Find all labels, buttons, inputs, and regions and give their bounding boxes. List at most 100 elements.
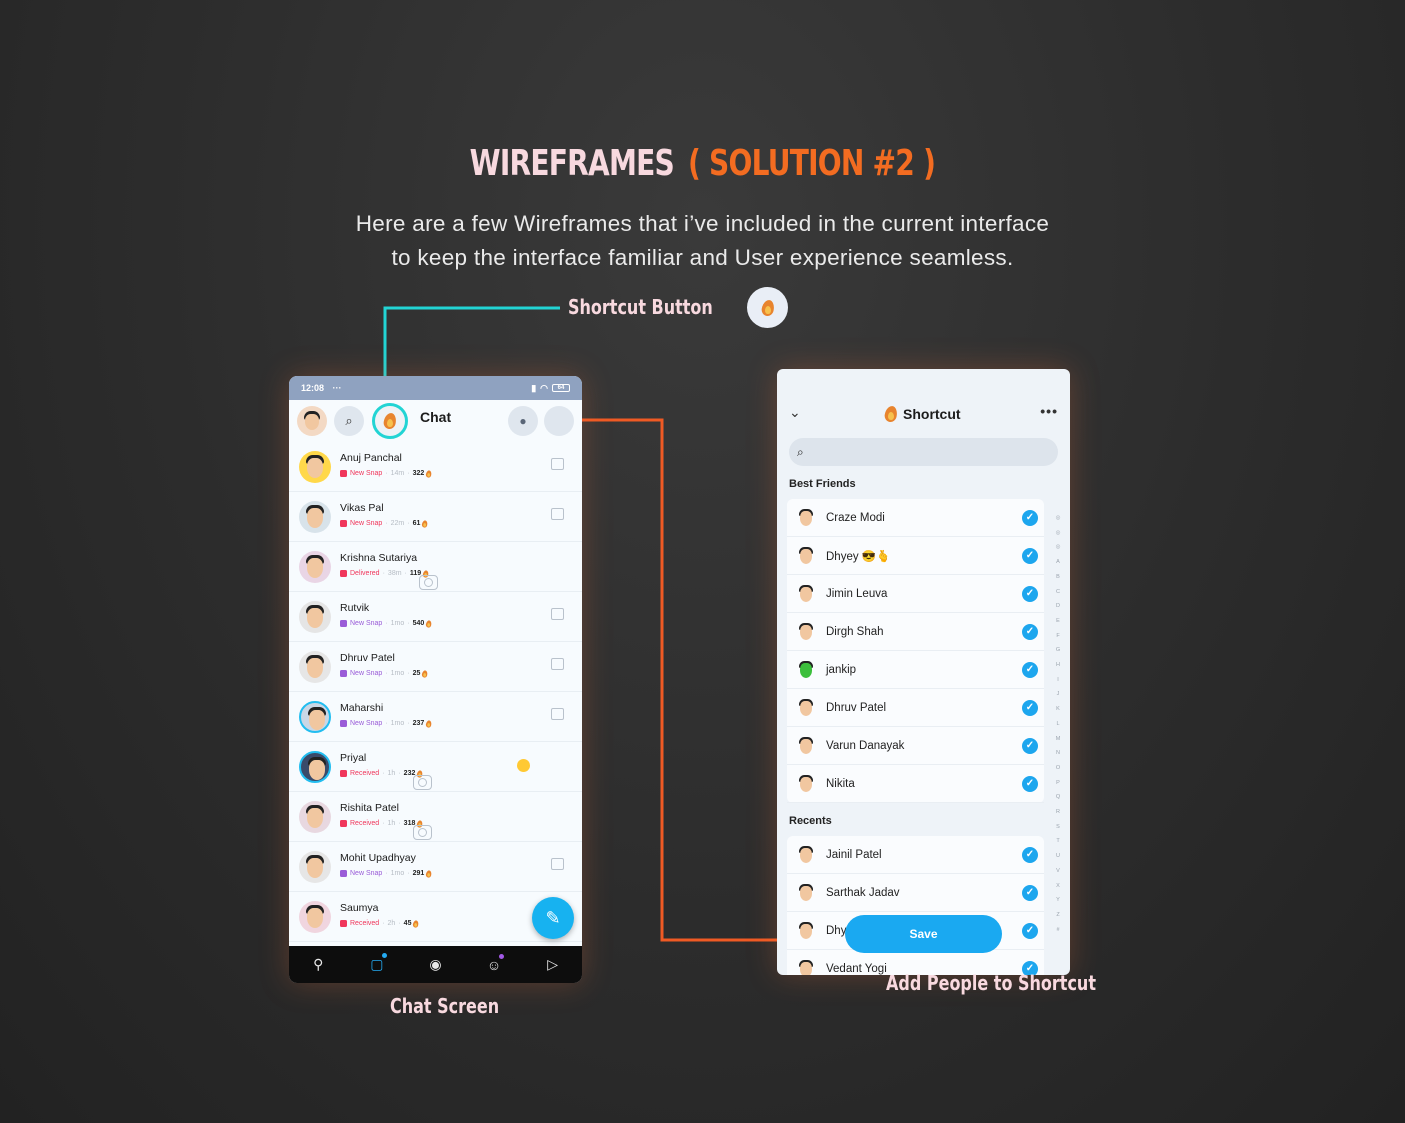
checkmark-icon[interactable]: ✓ — [1022, 776, 1038, 792]
checkmark-icon[interactable]: ✓ — [1022, 847, 1038, 863]
alphabet-letter[interactable]: R — [1053, 805, 1063, 820]
status-bar — [777, 369, 1070, 397]
friend-row[interactable]: Nikita ✓ — [787, 765, 1044, 803]
checkmark-icon[interactable]: ✓ — [1022, 662, 1038, 678]
friend-row[interactable]: jankip ✓ — [787, 651, 1044, 689]
alphabet-letter[interactable]: M — [1053, 732, 1063, 747]
checkmark-icon[interactable]: ✓ — [1022, 586, 1038, 602]
map-icon[interactable]: ⚲ — [306, 956, 330, 973]
new-chat-button[interactable]: ✎ — [532, 897, 574, 939]
more-options-button[interactable] — [544, 406, 574, 436]
friend-row[interactable]: Sarthak Jadav ✓ — [787, 874, 1044, 912]
chat-list: Anuj Panchal New Snap · 14m · 322 Vikas Pal New… — [289, 442, 582, 942]
chat-icon[interactable] — [551, 658, 564, 670]
chat-time: 1h — [387, 770, 396, 777]
alphabet-letter[interactable]: L — [1053, 717, 1063, 732]
camera-icon[interactable] — [413, 775, 433, 790]
alphabet-letter[interactable]: K — [1053, 702, 1063, 717]
alphabet-letter[interactable]: O — [1053, 761, 1063, 776]
more-options-icon[interactable]: ••• — [1040, 403, 1058, 419]
camera-icon[interactable] — [419, 575, 439, 590]
alphabet-index[interactable]: ◎ ◎ ◎ A B C D E F G H I J K L M N O P Q R S T U V X Y Z # — [1053, 511, 1063, 937]
profile-avatar[interactable] — [297, 406, 327, 436]
chat-row[interactable]: Krishna Sutariya Delivered · 38m · 119 — [289, 542, 582, 592]
camera-nav-icon[interactable]: ◉ — [423, 956, 447, 973]
alphabet-letter[interactable]: U — [1053, 849, 1063, 864]
alphabet-letter[interactable]: C — [1053, 585, 1063, 600]
alphabet-letter[interactable]: N — [1053, 746, 1063, 761]
alphabet-letter[interactable]: ◎ — [1053, 526, 1063, 541]
alphabet-letter[interactable]: G — [1053, 643, 1063, 658]
alphabet-letter[interactable]: P — [1053, 776, 1063, 791]
chat-row[interactable]: Priyal Received · 1h · 232 — [289, 742, 582, 792]
alphabet-letter[interactable]: Z — [1053, 908, 1063, 923]
chevron-down-icon[interactable]: ⌄ — [789, 404, 801, 421]
alphabet-letter[interactable]: H — [1053, 658, 1063, 673]
checkmark-icon[interactable]: ✓ — [1022, 548, 1038, 564]
alphabet-letter[interactable]: ◎ — [1053, 540, 1063, 555]
camera-icon[interactable] — [413, 825, 433, 840]
checkmark-icon[interactable]: ✓ — [1022, 923, 1038, 939]
chat-nav-icon[interactable]: ▢ — [365, 953, 389, 973]
friend-row[interactable]: Dirgh Shah ✓ — [787, 613, 1044, 651]
checkmark-icon[interactable]: ✓ — [1022, 738, 1038, 754]
chat-row[interactable]: Dhruv Patel New Snap · 1mo · 25 — [289, 642, 582, 692]
contact-name: Rutvik — [340, 601, 370, 614]
alphabet-letter[interactable]: ◎ — [1053, 511, 1063, 526]
alphabet-letter[interactable]: # — [1053, 923, 1063, 938]
search-icon[interactable]: ⌕ — [334, 406, 364, 436]
status-icon — [340, 570, 347, 577]
chat-meta: New Snap · 1mo · 25 — [340, 666, 434, 682]
alphabet-letter[interactable]: X — [1053, 879, 1063, 894]
friend-row[interactable]: Dhyey 😎🫰 ✓ — [787, 537, 1044, 575]
chat-row[interactable]: Rishita Patel Received · 1h · 318 — [289, 792, 582, 842]
alphabet-letter[interactable]: Q — [1053, 790, 1063, 805]
alphabet-letter[interactable]: I — [1053, 673, 1063, 688]
search-input[interactable]: ⌕ — [789, 438, 1058, 466]
friends-icon[interactable]: ☺ — [482, 953, 506, 973]
chat-row[interactable]: Mohit Upadhyay New Snap · 1mo · 291 — [289, 842, 582, 892]
alphabet-letter[interactable]: V — [1053, 864, 1063, 879]
alphabet-letter[interactable]: A — [1053, 555, 1063, 570]
discover-icon[interactable]: ▷ — [541, 956, 565, 973]
chat-screen-caption: Chat Screen — [390, 994, 500, 1018]
chat-icon[interactable] — [551, 608, 564, 620]
checkmark-icon[interactable]: ✓ — [1022, 885, 1038, 901]
checkmark-icon[interactable]: ✓ — [1022, 510, 1038, 526]
chat-row[interactable]: Maharshi New Snap · 1mo · 237 — [289, 692, 582, 742]
streak-count: 540 — [412, 620, 425, 627]
alphabet-letter[interactable]: T — [1053, 834, 1063, 849]
alphabet-letter[interactable]: D — [1053, 599, 1063, 614]
save-button[interactable]: Save — [845, 915, 1002, 953]
alphabet-letter[interactable]: S — [1053, 820, 1063, 835]
alphabet-letter[interactable]: E — [1053, 614, 1063, 629]
chat-row[interactable]: Anuj Panchal New Snap · 14m · 322 — [289, 442, 582, 492]
status-dots: ··· — [332, 383, 342, 393]
friend-row[interactable]: Varun Danayak ✓ — [787, 727, 1044, 765]
chat-row[interactable]: Rutvik New Snap · 1mo · 540 — [289, 592, 582, 642]
checkmark-icon[interactable]: ✓ — [1022, 624, 1038, 640]
friend-row[interactable]: Jainil Patel ✓ — [787, 836, 1044, 874]
chat-time: 14m — [390, 470, 405, 477]
smile-emoji-icon — [517, 759, 530, 772]
flame-icon — [426, 720, 431, 727]
avatar — [299, 800, 331, 833]
add-friend-icon[interactable]: ● — [508, 406, 538, 436]
alphabet-letter[interactable]: F — [1053, 629, 1063, 644]
friend-row[interactable]: Dhruv Patel ✓ — [787, 689, 1044, 727]
chat-icon[interactable] — [551, 708, 564, 720]
friend-row[interactable]: Jimin Leuva ✓ — [787, 575, 1044, 613]
friend-row[interactable]: Craze Modi ✓ — [787, 499, 1044, 537]
shortcut-screen-caption: Add People to Shortcut — [886, 971, 1096, 995]
alphabet-letter[interactable]: Y — [1053, 893, 1063, 908]
checkmark-icon[interactable]: ✓ — [1022, 700, 1038, 716]
chat-row[interactable]: Vikas Pal New Snap · 22m · 61 — [289, 492, 582, 542]
streak-count: 45 — [403, 920, 412, 927]
chat-icon[interactable] — [551, 458, 564, 470]
alphabet-letter[interactable]: J — [1053, 687, 1063, 702]
chat-meta: New Snap · 22m · 61 — [340, 516, 434, 532]
shortcut-button[interactable] — [372, 403, 408, 439]
chat-icon[interactable] — [551, 508, 564, 520]
alphabet-letter[interactable]: B — [1053, 570, 1063, 585]
chat-icon[interactable] — [551, 858, 564, 870]
